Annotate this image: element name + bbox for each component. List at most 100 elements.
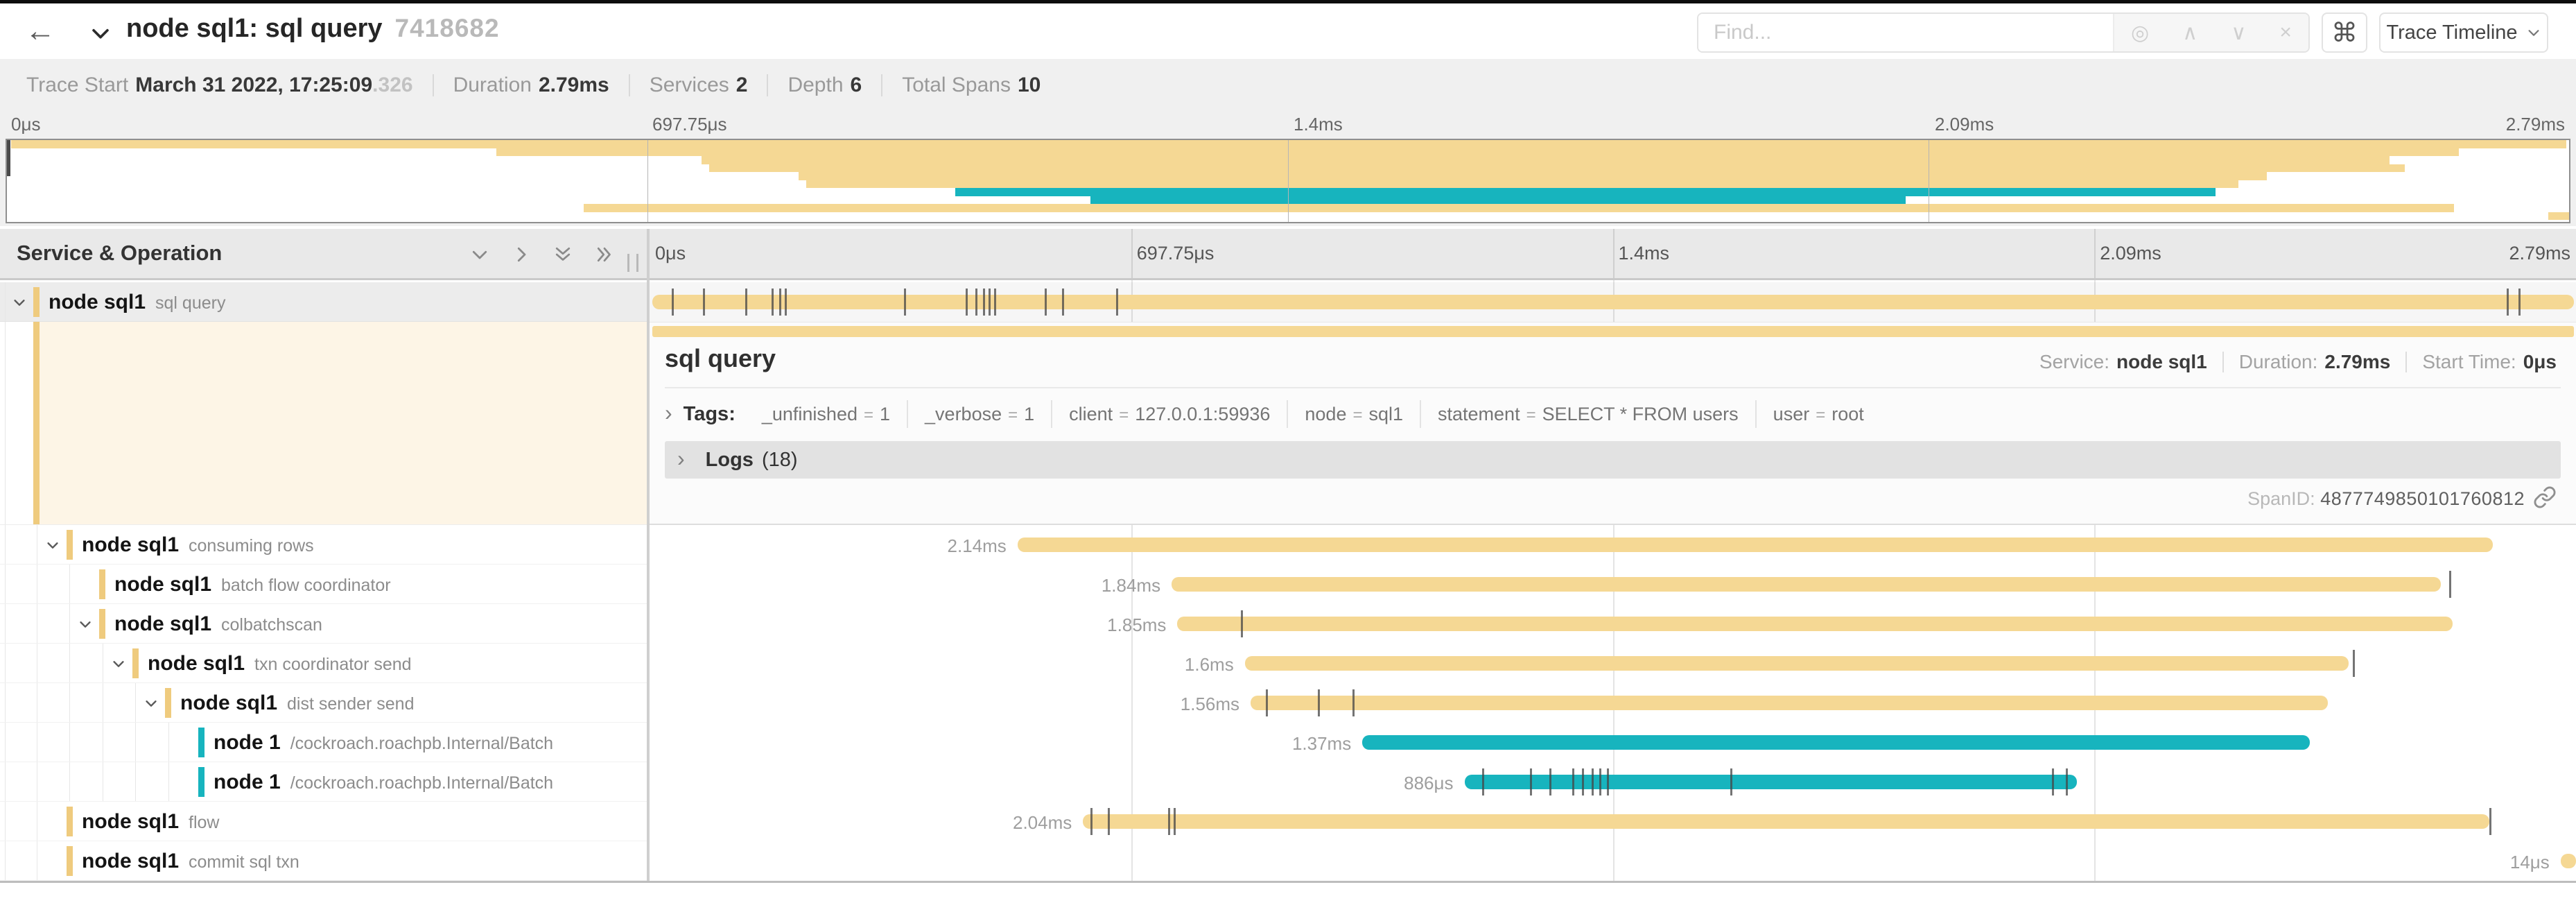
tag-pill[interactable]: _verbose=1 [907, 400, 1051, 428]
tree-chevron-down-icon[interactable] [111, 656, 126, 671]
span-timeline-row[interactable]: 1.56ms [650, 683, 2576, 723]
tag-pill[interactable]: user=root [1755, 400, 1881, 428]
span-bar[interactable] [1251, 696, 2327, 710]
chevron-up-icon[interactable]: ∧ [2182, 21, 2198, 45]
chevron-down-icon[interactable]: ∨ [2231, 21, 2246, 45]
span-tree-row[interactable]: node sql1flow [0, 802, 647, 841]
log-marker[interactable] [1318, 689, 1320, 716]
log-marker[interactable] [1572, 768, 1574, 796]
span-bar[interactable] [1018, 538, 2494, 552]
log-marker[interactable] [1582, 768, 1584, 796]
log-marker[interactable] [1482, 768, 1484, 796]
span-tree-row[interactable]: node sql1dist sender send [0, 683, 647, 723]
span-tree-row[interactable]: node sql1batch flow coordinator [0, 565, 647, 604]
title-chevron-icon[interactable] [89, 22, 112, 45]
minimap-scrubber-handle[interactable] [7, 140, 10, 176]
span-bar[interactable] [1172, 577, 2441, 592]
span-bar[interactable] [1465, 775, 2078, 789]
span-bar[interactable] [1177, 617, 2453, 631]
log-marker[interactable] [1116, 289, 1118, 316]
clear-icon[interactable]: × [2279, 21, 2292, 44]
chevron-down-icon[interactable] [469, 244, 490, 265]
tree-chevron-down-icon[interactable] [12, 295, 27, 310]
double-chevron-down-icon[interactable] [552, 244, 573, 265]
log-marker[interactable] [779, 289, 781, 316]
log-marker[interactable] [1592, 768, 1594, 796]
log-marker[interactable] [1549, 768, 1551, 796]
selected-span-bar[interactable] [652, 326, 2574, 337]
span-bar[interactable] [652, 295, 2574, 309]
log-marker[interactable] [904, 289, 906, 316]
logs-accordion[interactable]: › Logs (18) [665, 441, 2561, 479]
span-timeline-row[interactable]: 2.14ms [650, 525, 2576, 565]
log-marker[interactable] [2489, 808, 2491, 835]
log-marker[interactable] [966, 289, 968, 316]
tags-accordion[interactable]: › Tags: _unfinished=1_verbose=1client=12… [665, 395, 2561, 433]
span-tree-row[interactable]: node sql1txn coordinator send [0, 644, 647, 683]
tag-pill[interactable]: _unfinished=1 [745, 400, 907, 428]
log-marker[interactable] [1168, 808, 1170, 835]
log-marker[interactable] [2052, 768, 2054, 796]
log-marker[interactable] [1352, 689, 1355, 716]
tag-pill[interactable]: node=sql1 [1287, 400, 1420, 428]
log-marker[interactable] [975, 289, 977, 316]
link-icon[interactable] [2533, 485, 2557, 509]
log-marker[interactable] [2449, 571, 2451, 598]
pane-resize-handle[interactable] [627, 254, 638, 272]
span-timeline-row[interactable]: 2.04ms [650, 802, 2576, 841]
span-timeline-row[interactable]: 1.37ms [650, 723, 2576, 762]
log-marker[interactable] [2507, 289, 2509, 316]
span-bar[interactable] [1362, 735, 2310, 750]
log-marker[interactable] [1607, 768, 1609, 796]
log-marker[interactable] [745, 289, 747, 316]
span-bar[interactable] [1083, 814, 2489, 829]
log-marker[interactable] [1174, 808, 1176, 835]
back-arrow-icon[interactable]: ← [25, 12, 55, 51]
log-marker[interactable] [1599, 768, 1601, 796]
log-marker[interactable] [672, 289, 674, 316]
locate-icon[interactable]: ◎ [2131, 21, 2149, 45]
log-marker[interactable] [703, 289, 705, 316]
log-marker[interactable] [989, 289, 991, 316]
span-bar[interactable] [1245, 656, 2349, 671]
log-marker[interactable] [785, 289, 787, 316]
trace-timeline-view-dropdown[interactable]: Trace Timeline [2379, 12, 2548, 53]
log-marker[interactable] [2066, 768, 2068, 796]
log-marker[interactable] [772, 289, 774, 316]
log-marker[interactable] [1241, 610, 1243, 637]
chevron-right-icon[interactable] [511, 244, 532, 265]
span-timeline-row[interactable]: 1.6ms [650, 644, 2576, 683]
find-input[interactable] [1698, 14, 2113, 51]
span-tree-row[interactable]: node 1/cockroach.roachpb.Internal/Batch [0, 723, 647, 762]
span-tree-row[interactable]: node 1/cockroach.roachpb.Internal/Batch [0, 762, 647, 802]
tree-chevron-down-icon[interactable] [78, 617, 93, 632]
span-tree-row[interactable]: node sql1colbatchscan [0, 604, 647, 644]
log-marker[interactable] [1062, 289, 1064, 316]
tree-chevron-down-icon[interactable] [143, 696, 159, 711]
span-bar[interactable] [2561, 854, 2576, 868]
timeline-minimap[interactable] [6, 139, 2570, 223]
log-marker[interactable] [983, 289, 985, 316]
keyboard-shortcuts-button[interactable]: ⌘ [2322, 12, 2367, 53]
span-timeline-row[interactable]: 14μs [650, 841, 2576, 881]
span-timeline-row[interactable]: 1.85ms [650, 604, 2576, 644]
log-marker[interactable] [1530, 768, 1532, 796]
log-marker[interactable] [2518, 289, 2521, 316]
span-timeline-row[interactable]: 1.84ms [650, 565, 2576, 604]
span-tree-row[interactable]: node sql1commit sql txn [0, 841, 647, 881]
double-chevron-right-icon[interactable] [594, 244, 615, 265]
span-timeline-row[interactable]: 886μs [650, 762, 2576, 802]
log-marker[interactable] [1266, 689, 1268, 716]
log-marker[interactable] [1090, 808, 1093, 835]
span-tree-row[interactable]: node sql1consuming rows [0, 525, 647, 565]
log-marker[interactable] [2353, 650, 2355, 677]
span-timeline-row[interactable] [650, 282, 2576, 322]
span-tree-row[interactable]: node sql1sql query [0, 282, 647, 322]
log-marker[interactable] [1045, 289, 1047, 316]
log-marker[interactable] [1108, 808, 1110, 835]
tree-chevron-down-icon[interactable] [45, 538, 60, 553]
log-marker[interactable] [994, 289, 996, 316]
log-marker[interactable] [1730, 768, 1732, 796]
tag-pill[interactable]: client=127.0.0.1:59936 [1051, 400, 1287, 428]
tag-pill[interactable]: statement=SELECT * FROM users [1420, 400, 1755, 428]
